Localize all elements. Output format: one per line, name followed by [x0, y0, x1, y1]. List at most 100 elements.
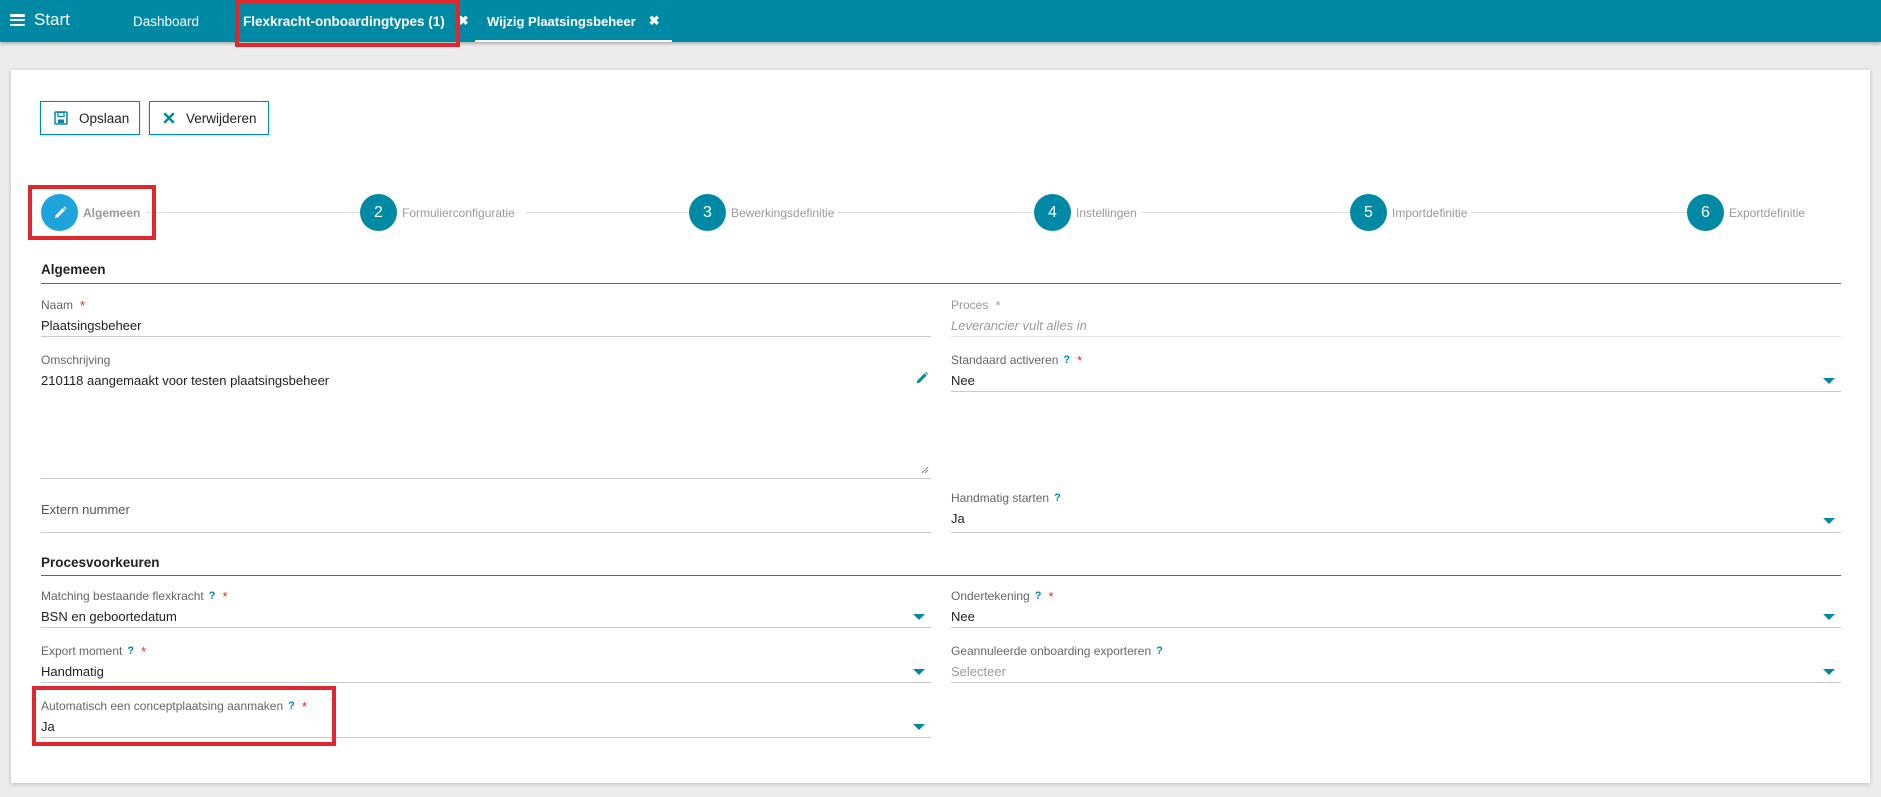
required-marker: * — [301, 698, 307, 714]
step-exportdefinitie[interactable]: 6 Exportdefinitie — [1687, 194, 1810, 231]
geannuleerde-placeholder: Selecteer — [951, 664, 1006, 679]
step-label: Bewerkingsdefinitie — [731, 205, 839, 220]
floppy-disk-icon — [54, 111, 68, 125]
edit-pencil-icon[interactable] — [915, 371, 929, 390]
stepper-connector — [1443, 212, 1688, 213]
field-underline — [951, 532, 1841, 533]
tab-flexkracht-onboardingtypes-label: Flexkracht-onboardingtypes (1) — [243, 13, 445, 29]
concept-value: Ja — [41, 719, 55, 734]
help-icon[interactable]: ? — [1054, 492, 1061, 504]
stepper-connector — [146, 212, 371, 213]
help-icon[interactable]: ? — [1156, 645, 1163, 657]
step-label: Importdefinitie — [1392, 205, 1472, 220]
stepper-connector — [1135, 212, 1353, 213]
required-marker: * — [995, 297, 1001, 313]
proces-field: Proces * Leverancier vult alles in — [951, 298, 1841, 338]
field-underline — [41, 627, 931, 628]
step-instellingen[interactable]: 4 Instellingen — [1034, 194, 1141, 231]
chevron-down-icon[interactable] — [1823, 378, 1835, 384]
proces-value: Leverancier vult alles in — [951, 318, 1087, 333]
step-number: 5 — [1350, 194, 1387, 231]
help-icon[interactable]: ? — [127, 645, 134, 657]
save-button-label: Opslaan — [79, 110, 130, 126]
chevron-down-icon[interactable] — [913, 724, 925, 730]
matching-flexkracht-select[interactable]: Matching bestaande flexkracht? * BSN en g… — [41, 589, 931, 629]
naam-field[interactable]: Naam * Plaatsingsbeheer — [41, 298, 931, 338]
chevron-down-icon[interactable] — [1823, 614, 1835, 620]
chevron-down-icon[interactable] — [1823, 518, 1835, 524]
start-menu-button[interactable]: Start — [10, 9, 70, 31]
step-number: 6 — [1687, 194, 1724, 231]
standaard-activeren-label: Standaard activeren — [951, 353, 1059, 367]
close-icon[interactable]: ✖ — [458, 13, 469, 29]
close-icon[interactable]: ✖ — [649, 13, 660, 29]
field-underline — [951, 627, 1841, 628]
handmatig-starten-value: Ja — [951, 511, 965, 526]
ondertekening-value: Nee — [951, 609, 975, 624]
form-card: Opslaan Verwijderen Algemeen 2 Formulier… — [11, 70, 1870, 783]
extern-nummer-input[interactable]: Extern nummer — [41, 502, 931, 534]
conceptplaatsing-select[interactable]: Automatisch een conceptplaatsing aanmake… — [41, 699, 931, 739]
required-marker: * — [141, 643, 147, 659]
delete-button[interactable]: Verwijderen — [149, 101, 269, 135]
field-underline — [41, 478, 931, 479]
export-moment-value: Handmatig — [41, 664, 104, 679]
help-icon[interactable]: ? — [1063, 354, 1070, 366]
standaard-activeren-value: Nee — [951, 373, 975, 388]
chevron-down-icon[interactable] — [913, 669, 925, 675]
omschrijving-textarea[interactable]: Omschrijving 210118 aangemaakt voor test… — [41, 353, 931, 479]
chevron-down-icon[interactable] — [913, 614, 925, 620]
help-icon[interactable]: ? — [1035, 590, 1042, 602]
help-icon[interactable]: ? — [209, 590, 216, 602]
omschrijving-label: Omschrijving — [41, 353, 111, 367]
resize-handle-icon[interactable] — [921, 461, 929, 474]
tab-wijzig-plaatsingsbeheer-label: Wijzig Plaatsingsbeheer — [487, 13, 636, 29]
step-label: Formulierconfiguratie — [402, 205, 519, 220]
field-underline — [41, 532, 931, 533]
matching-label: Matching bestaande flexkracht — [41, 589, 204, 603]
naam-value: Plaatsingsbeheer — [41, 318, 142, 333]
tab-wijzig-plaatsingsbeheer[interactable]: Wijzig Plaatsingsbeheer ✖ — [475, 0, 672, 42]
step-label: Instellingen — [1076, 205, 1141, 220]
chevron-down-icon[interactable] — [1823, 669, 1835, 675]
field-underline — [951, 391, 1841, 392]
standaard-activeren-select[interactable]: Standaard activeren? * Nee — [951, 353, 1841, 393]
matching-value: BSN en geboortedatum — [41, 609, 177, 624]
help-icon[interactable]: ? — [288, 700, 295, 712]
field-underline — [41, 682, 931, 683]
section-title-algemeen: Algemeen — [41, 262, 106, 277]
required-marker: * — [1077, 352, 1083, 368]
ondertekening-select[interactable]: Ondertekening? * Nee — [951, 589, 1841, 629]
step-formulierconfiguratie[interactable]: 2 Formulierconfiguratie — [360, 194, 519, 231]
step-algemeen[interactable]: Algemeen — [41, 194, 145, 231]
section-title-procesvoorkeuren: Procesvoorkeuren — [41, 555, 160, 570]
field-underline — [41, 336, 931, 337]
delete-button-label: Verwijderen — [186, 110, 257, 126]
proces-label: Proces — [951, 298, 989, 312]
field-underline — [41, 737, 931, 738]
step-bewerkingsdefinitie[interactable]: 3 Bewerkingsdefinitie — [689, 194, 839, 231]
stepper-connector — [526, 212, 696, 213]
geannuleerde-label: Geannuleerde onboarding exporteren — [951, 644, 1152, 658]
tab-dashboard[interactable]: Dashboard — [133, 0, 199, 42]
step-importdefinitie[interactable]: 5 Importdefinitie — [1350, 194, 1472, 231]
naam-label: Naam — [41, 298, 74, 312]
geannuleerde-onboarding-select[interactable]: Geannuleerde onboarding exporteren? Sele… — [951, 644, 1841, 684]
export-moment-label: Export moment — [41, 644, 123, 658]
handmatig-starten-select[interactable]: Handmatig starten? Ja — [951, 491, 1841, 534]
x-icon — [163, 112, 175, 124]
concept-label: Automatisch een conceptplaatsing aanmake… — [41, 699, 284, 713]
step-label: Exportdefinitie — [1729, 205, 1810, 220]
required-marker: * — [222, 588, 228, 604]
handmatig-starten-label: Handmatig starten — [951, 491, 1050, 505]
field-underline — [951, 682, 1841, 683]
required-marker: * — [1048, 588, 1054, 604]
export-moment-select[interactable]: Export moment? * Handmatig — [41, 644, 931, 684]
stepper-connector — [837, 212, 1037, 213]
step-number: 4 — [1034, 194, 1071, 231]
field-underline — [951, 336, 1841, 337]
tab-dashboard-label: Dashboard — [133, 13, 200, 29]
tab-flexkracht-onboardingtypes[interactable]: Flexkracht-onboardingtypes (1) ✖ — [243, 0, 469, 42]
save-button[interactable]: Opslaan — [40, 101, 140, 135]
start-label: Start — [34, 10, 70, 29]
